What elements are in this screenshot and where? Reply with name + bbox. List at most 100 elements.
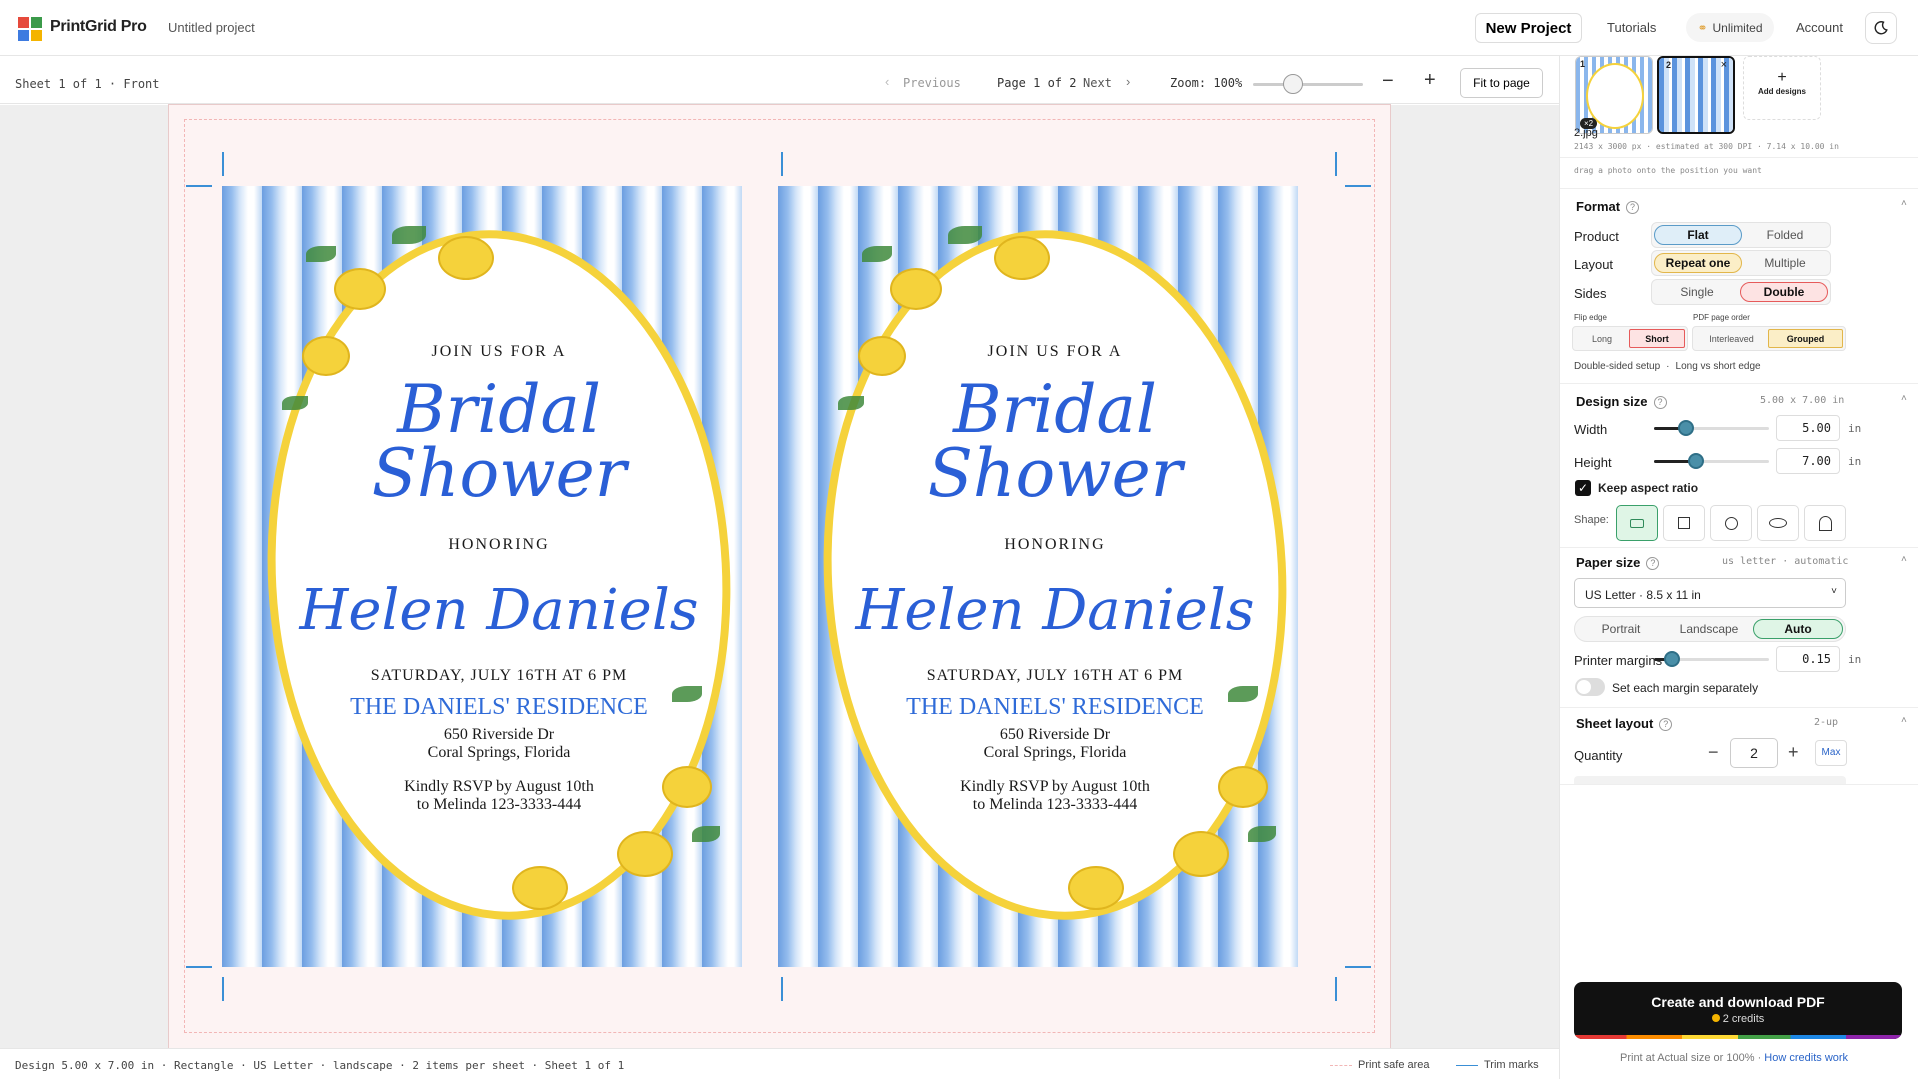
width-unit: in <box>1848 422 1862 435</box>
orientation-portrait-option[interactable]: Portrait <box>1577 619 1665 639</box>
shape-square-button[interactable] <box>1663 505 1705 541</box>
height-input[interactable]: 7.00 <box>1776 448 1840 474</box>
printer-margins-input[interactable]: 0.15 <box>1776 646 1840 672</box>
paper-size-section-title[interactable]: Paper size? <box>1576 555 1660 570</box>
quantity-increase-icon[interactable]: + <box>1788 742 1799 763</box>
account-link[interactable]: Account <box>1796 20 1843 35</box>
theme-toggle-button[interactable] <box>1865 12 1897 44</box>
shape-circle-button[interactable] <box>1710 505 1752 541</box>
app-logo-icon <box>18 17 42 41</box>
orientation-auto-option[interactable]: Auto <box>1753 619 1843 639</box>
quantity-input[interactable]: 2 <box>1730 738 1778 768</box>
format-section-title[interactable]: Format? <box>1576 199 1640 214</box>
width-input[interactable]: 5.00 <box>1776 415 1840 441</box>
invite-date: SATURDAY, JULY 16TH AT 6 PM <box>370 667 628 684</box>
page-indicator: Page 1 of 2 <box>997 76 1077 90</box>
invite-residence: THE DANIELS' RESIDENCE <box>350 694 648 720</box>
invite-title-line2: Shower <box>371 435 627 512</box>
zoom-slider-thumb[interactable] <box>1283 74 1303 94</box>
invite-address-line2: Coral Springs, Florida <box>427 744 571 761</box>
invite-name: Helen Daniels <box>299 578 699 643</box>
design-thumbnail-2[interactable]: 2 × <box>1657 56 1735 134</box>
separate-margins-toggle[interactable] <box>1575 678 1605 696</box>
shape-selector[interactable] <box>1616 505 1906 541</box>
invite-address-line2: Coral Springs, Florida <box>983 744 1127 761</box>
product-selector[interactable]: Flat Folded <box>1651 222 1831 248</box>
credits-help-link[interactable]: How credits work <box>1764 1052 1848 1064</box>
flip-long-option[interactable]: Long <box>1575 329 1629 348</box>
keep-aspect-checkbox[interactable]: ✓ <box>1575 480 1591 496</box>
margins-slider-thumb[interactable] <box>1664 651 1680 667</box>
moon-icon <box>1874 21 1888 35</box>
zoom-in-icon[interactable]: + <box>1424 69 1436 92</box>
paper-size-select[interactable]: US Letter · 8.5 x 11 in ˅ <box>1574 578 1846 608</box>
zoom-slider-track[interactable] <box>1253 83 1363 86</box>
trim-mark <box>186 185 212 187</box>
thumbnail-number: 2 <box>1666 60 1672 70</box>
pdf-order-selector[interactable]: Interleaved Grouped <box>1692 326 1846 351</box>
arch-icon <box>1818 515 1832 531</box>
sides-selector[interactable]: Single Double <box>1651 279 1831 305</box>
previous-page-button[interactable]: Previous <box>903 76 961 90</box>
legend-trim-marks-label: Trim marks <box>1484 1059 1539 1071</box>
layout-selector[interactable]: Repeat one Multiple <box>1651 250 1831 276</box>
product-folded-option[interactable]: Folded <box>1742 225 1828 245</box>
new-project-button[interactable]: New Project <box>1475 13 1582 43</box>
chevron-right-icon[interactable]: › <box>1126 74 1130 89</box>
tutorials-link[interactable]: Tutorials <box>1607 20 1656 35</box>
design-size-section-title[interactable]: Design size? <box>1576 394 1667 409</box>
help-icon[interactable]: ? <box>1626 201 1640 214</box>
flip-edge-selector[interactable]: Long Short <box>1572 326 1688 351</box>
orientation-selector[interactable]: Portrait Landscape Auto <box>1574 616 1846 642</box>
product-flat-option[interactable]: Flat <box>1654 225 1742 245</box>
invite-rsvp-line2: to Melinda 123-3333-444 <box>416 796 582 813</box>
quantity-decrease-icon[interactable]: − <box>1708 742 1719 763</box>
file-name: 2.jpg <box>1574 127 1598 139</box>
invite-rsvp-line1: Kindly RSVP by August 10th <box>404 778 594 795</box>
status-bar: Design 5.00 x 7.00 in · Rectangle · US L… <box>0 1048 1559 1079</box>
width-slider-thumb[interactable] <box>1678 420 1694 436</box>
close-icon[interactable]: × <box>1721 59 1727 71</box>
fit-to-page-button[interactable]: Fit to page <box>1460 68 1543 98</box>
zoom-out-icon[interactable]: − <box>1382 70 1394 93</box>
invite-title: Bridal Shower <box>824 377 1286 507</box>
layout-multiple-option[interactable]: Multiple <box>1742 253 1828 273</box>
orientation-landscape-option[interactable]: Landscape <box>1665 619 1753 639</box>
chevron-up-icon[interactable]: ˄ <box>1901 393 1907 404</box>
print-note: Print at Actual size or 100% · How credi… <box>1620 1052 1849 1064</box>
chevron-left-icon[interactable]: ‹ <box>885 74 889 89</box>
height-slider-thumb[interactable] <box>1688 453 1704 469</box>
sides-double-option[interactable]: Double <box>1740 282 1828 302</box>
help-icon[interactable]: ? <box>1653 396 1667 409</box>
flip-short-option[interactable]: Short <box>1629 329 1685 348</box>
width-label: Width <box>1574 422 1608 437</box>
shape-arch-button[interactable] <box>1804 505 1846 541</box>
order-interleaved-option[interactable]: Interleaved <box>1695 329 1768 348</box>
add-designs-button[interactable]: + Add designs <box>1743 56 1821 120</box>
chevron-up-icon[interactable]: ˄ <box>1901 715 1907 726</box>
help-icon[interactable]: ? <box>1659 718 1673 731</box>
invite-intro: JOIN US FOR A <box>987 343 1123 360</box>
create-download-pdf-button[interactable]: Create and download PDF 2 credits <box>1574 982 1902 1039</box>
unlimited-badge[interactable]: ⚭ Unlimited <box>1686 13 1774 42</box>
invitation-card-2[interactable]: JOIN US FOR A Bridal Shower HONORING Hel… <box>778 186 1298 967</box>
project-name[interactable]: Untitled project <box>168 20 255 35</box>
double-sided-help-link[interactable]: Double-sided setup · Long vs short edge <box>1574 361 1761 372</box>
design-thumbnail-1[interactable]: 1 ×2 <box>1575 56 1653 134</box>
chevron-up-icon[interactable]: ˄ <box>1901 554 1907 565</box>
shape-label: Shape: <box>1574 514 1609 526</box>
layout-repeat-one-option[interactable]: Repeat one <box>1654 253 1742 273</box>
chevron-up-icon[interactable]: ˄ <box>1901 198 1907 209</box>
invite-honoring: HONORING <box>1004 536 1106 553</box>
sides-single-option[interactable]: Single <box>1654 282 1740 302</box>
invite-address-line1: 650 Riverside Dr <box>443 726 555 743</box>
invitation-card-1[interactable]: JOIN US FOR A Bridal Shower HONORING Hel… <box>222 186 742 967</box>
order-grouped-option[interactable]: Grouped <box>1768 329 1843 348</box>
sheet-layout-section-title[interactable]: Sheet layout? <box>1576 716 1673 731</box>
shape-rounded-rectangle-button[interactable] <box>1616 505 1658 541</box>
next-page-button[interactable]: Next <box>1083 76 1112 90</box>
file-meta: 2143 x 3000 px · estimated at 300 DPI · … <box>1574 142 1839 151</box>
quantity-max-button[interactable]: Max <box>1815 740 1847 766</box>
shape-ellipse-button[interactable] <box>1757 505 1799 541</box>
help-icon[interactable]: ? <box>1646 557 1660 570</box>
